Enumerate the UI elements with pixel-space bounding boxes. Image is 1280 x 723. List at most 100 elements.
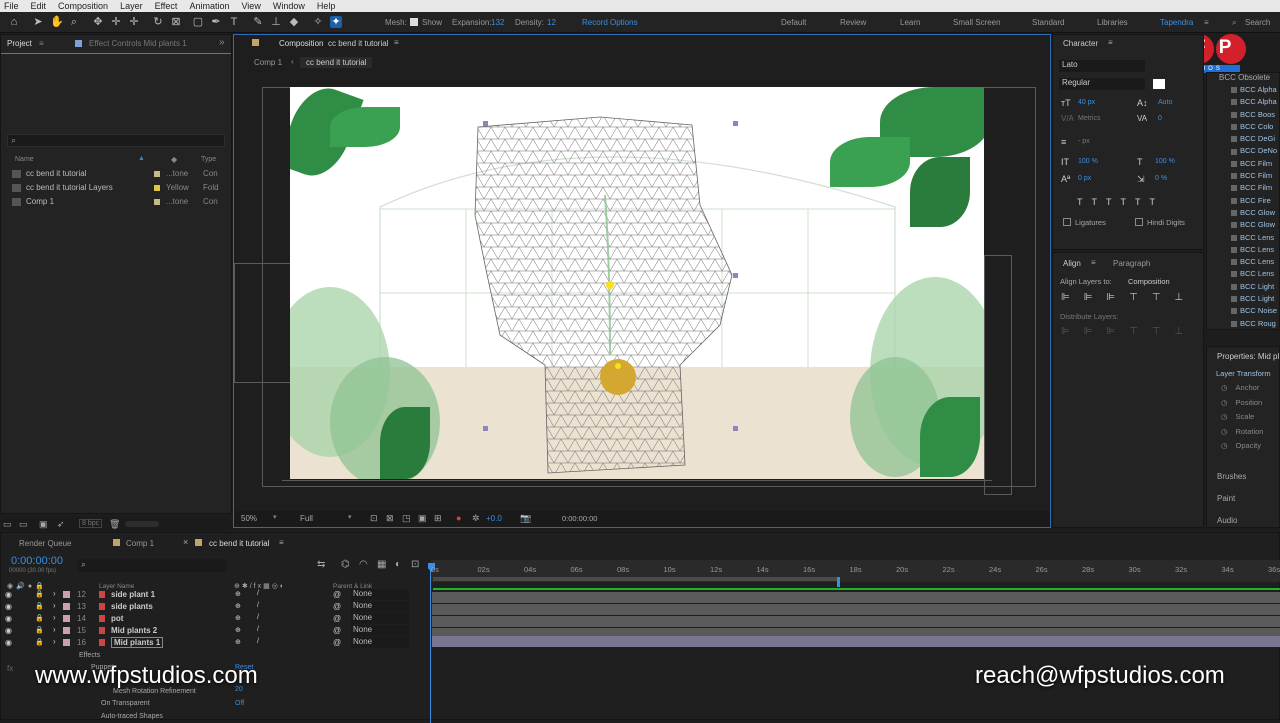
effect-item[interactable]: BCC DeGi [1231, 134, 1277, 146]
effect-item[interactable]: BCC Glow [1231, 220, 1277, 232]
tab-composition-name[interactable]: cc bend it tutorial [328, 39, 388, 48]
collapse-transform-icon[interactable]: ⊕ [235, 626, 241, 634]
property-scale[interactable]: ◷ Scale [1221, 412, 1263, 427]
font-style-select[interactable]: Regular [1059, 78, 1145, 90]
visibility-eye-icon[interactable]: ◉ [5, 602, 12, 611]
tab-render-queue[interactable]: Render Queue [19, 539, 71, 548]
property-position[interactable]: ◷ Position [1221, 398, 1263, 413]
layer-bar[interactable] [432, 616, 1280, 627]
record-options-link[interactable]: Record Options [582, 18, 638, 27]
draft-3d-icon[interactable]: ⌬ [341, 559, 350, 570]
brush-tool-icon[interactable]: ✎ [252, 16, 264, 28]
tab-audio[interactable]: Audio [1217, 516, 1237, 525]
property-anchor[interactable]: ◷ Anchor [1221, 383, 1263, 398]
table-row[interactable]: ◉ 🔒 › 16 Mid plants 1 ⊕ / @ None [1, 637, 427, 649]
workspace-libraries[interactable]: Libraries [1097, 18, 1128, 27]
breadcrumb-current[interactable]: cc bend it tutorial [300, 57, 373, 68]
expansion-value[interactable]: 132 [491, 18, 504, 27]
puppet-mesh[interactable] [470, 115, 740, 479]
channel-icon[interactable]: ● [456, 513, 461, 523]
effect-item[interactable]: BCC Glow [1231, 208, 1277, 220]
collapse-transform-icon[interactable]: ⊕ [235, 614, 241, 622]
effects-group-title[interactable]: BCC Obsolete [1219, 73, 1270, 82]
parent-select[interactable]: None [351, 625, 409, 636]
pan-tool-icon[interactable]: ✛ [110, 16, 122, 28]
resolution-select[interactable]: Full [300, 514, 313, 523]
rectangle-tool-icon[interactable]: ▢ [192, 16, 204, 28]
leading-value[interactable]: Auto [1158, 99, 1172, 106]
region-of-interest-icon[interactable]: ▣ [418, 513, 427, 524]
col-type[interactable]: Type [201, 156, 216, 163]
project-search-input[interactable]: ⌕ [7, 134, 225, 147]
vertical-scale-value[interactable]: 100 % [1078, 158, 1098, 165]
pickwhip-icon[interactable]: @ [333, 614, 341, 623]
shy-icon[interactable]: ◠ [359, 559, 368, 570]
type-tool-icon[interactable]: T [228, 16, 240, 28]
search-help-icon[interactable]: ⌕ [1232, 18, 1236, 28]
close-icon[interactable]: × [183, 537, 188, 547]
show-checkbox[interactable] [410, 18, 418, 26]
parent-select[interactable]: None [351, 613, 409, 624]
puppet-pin-tool-icon[interactable]: ✦ [330, 16, 342, 28]
menu-animation[interactable]: Animation [189, 0, 229, 12]
visibility-eye-icon[interactable]: ◉ [5, 614, 12, 623]
effect-item[interactable]: BCC Film [1231, 171, 1277, 183]
tab-paragraph[interactable]: Paragraph [1113, 259, 1150, 268]
effect-item[interactable]: BCC Noise [1231, 306, 1277, 318]
work-area-bar[interactable] [433, 577, 839, 581]
collapse-transform-icon[interactable]: ⊕ [235, 590, 241, 598]
tab-effect-controls[interactable]: Effect Controls Mid plants 1 [89, 39, 187, 48]
tab-composition[interactable]: Composition [279, 39, 323, 48]
clone-stamp-tool-icon[interactable]: ⊥ [270, 16, 282, 28]
transform-handle[interactable] [733, 121, 738, 126]
ligatures-checkbox[interactable] [1063, 218, 1071, 226]
effect-item[interactable]: BCC Lens [1231, 257, 1277, 269]
effect-item[interactable]: BCC Lens [1231, 233, 1277, 245]
chevron-right-icon[interactable]: › [53, 589, 56, 598]
transform-handle[interactable] [483, 121, 488, 126]
layer-bar[interactable] [432, 592, 1280, 603]
distribute-buttons[interactable]: ⊫⊫⊫⊤⊤⊥ [1061, 326, 1197, 337]
table-row[interactable]: ◉ 🔒 › 12 side plant 1 ⊕ / @ None [1, 589, 427, 601]
quality-switch-icon[interactable]: / [257, 626, 259, 633]
interpret-footage-icon[interactable]: ▭ [3, 519, 12, 530]
chevron-right-icon[interactable]: › [53, 625, 56, 634]
transform-handle[interactable] [733, 273, 738, 278]
dolly-tool-icon[interactable]: ✛ [128, 16, 140, 28]
col-name[interactable]: Name [15, 156, 34, 163]
home-icon[interactable]: ⌂ [8, 16, 20, 28]
effect-item[interactable]: BCC Lens [1231, 269, 1277, 281]
menu-view[interactable]: View [241, 0, 260, 12]
quality-switch-icon[interactable]: / [257, 590, 259, 597]
frame-blending-icon[interactable]: ▦ [377, 559, 386, 570]
thumb-slider[interactable] [125, 521, 159, 527]
effect-item[interactable]: BCC Roug [1231, 319, 1277, 331]
visibility-eye-icon[interactable]: ◉ [5, 626, 12, 635]
stroke-width-value[interactable]: - px [1078, 138, 1090, 145]
transform-handle[interactable] [733, 426, 738, 431]
transparency-grid-icon[interactable]: ⊠ [386, 513, 394, 524]
on-transparent-value[interactable]: Off [235, 700, 244, 707]
tracking-value[interactable]: 0 [1158, 115, 1162, 122]
stopwatch-icon[interactable]: ◷ [1221, 441, 1228, 450]
exposure-value[interactable]: +0.0 [486, 514, 502, 523]
panel-menu-icon[interactable]: ≡ [1108, 38, 1113, 47]
chevron-right-icon[interactable]: › [53, 637, 56, 646]
comp-timecode[interactable]: 0:00:00:00 [562, 514, 597, 523]
faux-style-buttons[interactable]: TTTTTT [1077, 197, 1164, 207]
layer-bar[interactable] [432, 604, 1280, 615]
parent-select[interactable]: None [351, 637, 409, 648]
chevron-right-icon[interactable]: › [53, 601, 56, 610]
layer-name[interactable]: side plant 1 [111, 590, 155, 599]
menu-file[interactable]: File [4, 0, 19, 12]
effect-item[interactable]: BCC Alpha [1231, 97, 1277, 109]
effect-item[interactable]: BCC Colo [1231, 122, 1277, 134]
menu-effect[interactable]: Effect [155, 0, 178, 12]
panel-expand-icon[interactable]: » [219, 37, 225, 48]
effect-item[interactable]: BCC Lens [1231, 245, 1277, 257]
project-item[interactable]: Comp 1 ...tone Con [1, 196, 231, 210]
workspace-default[interactable]: Default [781, 18, 806, 27]
lock-icon[interactable]: 🔒 [35, 614, 44, 622]
layer-name[interactable]: Mid plants 2 [111, 626, 157, 635]
font-family-select[interactable]: Lato [1059, 60, 1145, 72]
